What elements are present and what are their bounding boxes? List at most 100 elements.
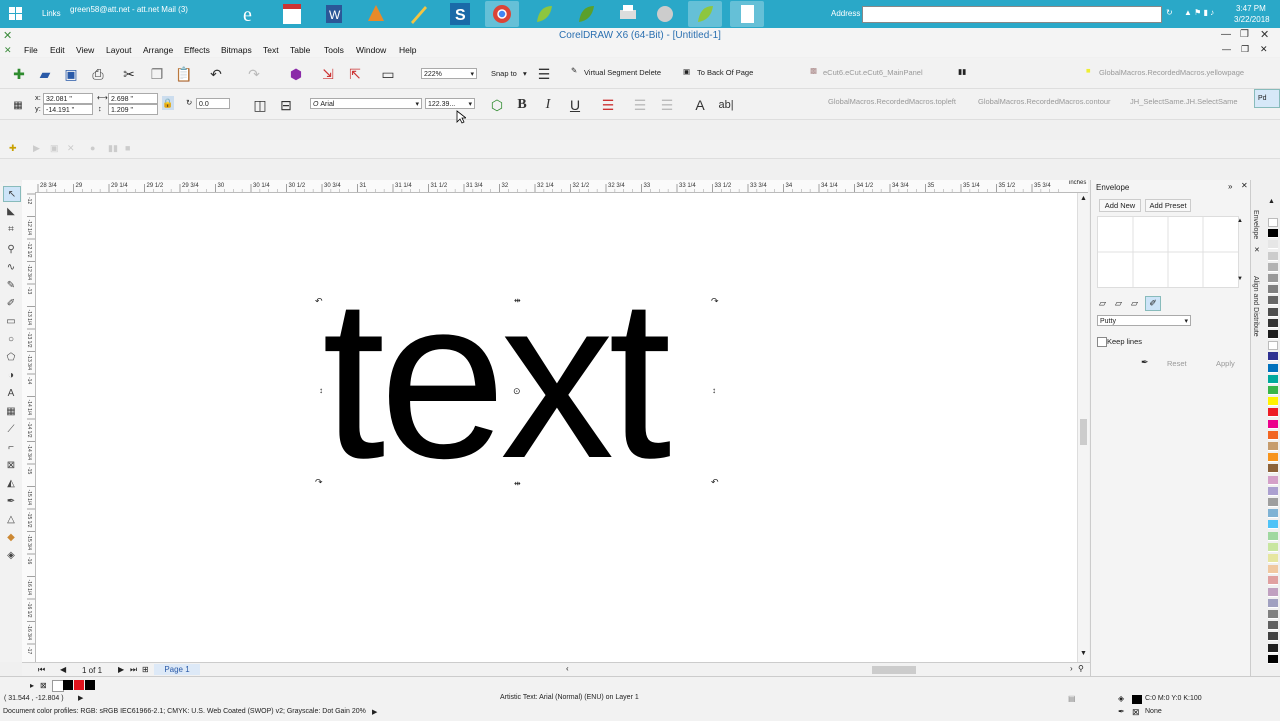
page-tab-1[interactable]: Page 1 bbox=[154, 664, 200, 675]
grid-scroll-down-icon[interactable]: ▼ bbox=[1237, 276, 1243, 282]
palette-swatch[interactable] bbox=[1268, 531, 1278, 541]
indent-icon[interactable]: ☰ bbox=[658, 95, 676, 115]
scroll-down-icon[interactable]: ▼ bbox=[1080, 650, 1087, 657]
vertical-scrollbar[interactable]: ▲ ▼ bbox=[1077, 193, 1089, 662]
print-icon[interactable]: ⎙ bbox=[89, 65, 107, 83]
zoom-navigator-icon[interactable]: ⚲ bbox=[1078, 664, 1084, 673]
skew-handle-right[interactable]: ↕ bbox=[712, 386, 716, 395]
palette-swatch[interactable] bbox=[1268, 486, 1278, 496]
leaf-app-icon[interactable] bbox=[569, 1, 603, 27]
restore-icon[interactable]: ❐ bbox=[1240, 29, 1249, 40]
scroll-left-icon[interactable]: ‹ bbox=[566, 664, 569, 673]
text-alignment-icon[interactable]: ☰ bbox=[598, 95, 618, 115]
skew-handle-top[interactable]: ⇹ bbox=[514, 296, 521, 305]
palette-swatch[interactable] bbox=[1268, 542, 1278, 552]
palette-swatch[interactable] bbox=[1268, 598, 1278, 608]
palette-swatch[interactable] bbox=[1268, 229, 1278, 239]
palette-scroll-up-icon[interactable]: ▲ bbox=[1268, 198, 1275, 205]
options-icon[interactable]: ☰ bbox=[535, 65, 553, 83]
application-launcher-icon[interactable]: ▭ bbox=[378, 65, 398, 83]
rotate-handle-top-left[interactable]: ↶ bbox=[315, 296, 323, 307]
play-icon[interactable]: ▶ bbox=[78, 694, 83, 702]
double-arc-mode-icon[interactable]: ▱ bbox=[1131, 298, 1138, 309]
straight-line-mode-icon[interactable]: ▱ bbox=[1099, 298, 1106, 309]
refresh-icon[interactable]: ↻ bbox=[1166, 8, 1173, 17]
horizontal-ruler[interactable]: 28 3/4 29 29 1/4 29 1/2 29 3/4 30 30 1/4 30 1/2… bbox=[22, 180, 1088, 193]
palette-swatch[interactable] bbox=[1268, 565, 1278, 575]
x-position-field[interactable]: 32.081 " bbox=[43, 93, 93, 104]
stop-square-icon[interactable]: ■ bbox=[125, 143, 130, 153]
pause-icon[interactable]: ▮▮ bbox=[108, 143, 118, 154]
snap-to-dropdown[interactable]: Snap to bbox=[491, 69, 517, 78]
mail-tab[interactable]: green58@att.net - att.net Mail (3) bbox=[70, 5, 188, 14]
palette-swatch[interactable] bbox=[1268, 654, 1278, 664]
scroll-right-icon[interactable]: › bbox=[1070, 664, 1073, 673]
rotate-handle-bottom-left[interactable]: ↷ bbox=[315, 477, 323, 488]
leaf-app-icon-2[interactable] bbox=[688, 1, 722, 27]
apply-button[interactable]: Apply bbox=[1216, 359, 1235, 368]
lock-ratio-icon[interactable]: 🔒 bbox=[162, 96, 174, 110]
horizontal-scroll-thumb[interactable] bbox=[872, 666, 916, 674]
palette-swatch[interactable] bbox=[1268, 240, 1278, 250]
macro-manager-icon[interactable]: ✕ bbox=[67, 143, 75, 154]
s-app-icon[interactable]: S bbox=[443, 1, 477, 27]
reset-button[interactable]: Reset bbox=[1167, 359, 1187, 368]
eyedropper-tool-icon[interactable]: ✒ bbox=[3, 494, 19, 508]
polygon-tool-icon[interactable]: ⬠ bbox=[3, 350, 19, 364]
pick-tool-icon[interactable]: ↖ bbox=[3, 186, 21, 202]
add-preset-button[interactable]: Add Preset bbox=[1145, 199, 1191, 212]
binoculars-icon[interactable]: ▮▮ bbox=[958, 67, 966, 76]
outline-tool-icon[interactable]: △ bbox=[3, 512, 19, 526]
text-tool-icon[interactable]: A bbox=[3, 386, 19, 400]
no-color-icon[interactable]: ⊠ bbox=[40, 681, 47, 690]
copy-icon[interactable]: ❐ bbox=[148, 65, 166, 83]
smart-fill-icon[interactable]: ✐ bbox=[3, 296, 19, 310]
palette-swatch[interactable] bbox=[1268, 341, 1278, 351]
palette-swatch[interactable] bbox=[1268, 285, 1278, 295]
macro-yellowpage-button[interactable]: GlobalMacros.RecordedMacros.yellowpage bbox=[1099, 68, 1244, 77]
edit-text-icon[interactable]: ab| bbox=[716, 95, 736, 115]
record-icon[interactable]: ▣ bbox=[50, 143, 59, 154]
tab-envelope[interactable]: Envelope bbox=[1252, 210, 1259, 239]
zoom-tool-icon[interactable]: ⚲ bbox=[3, 242, 19, 256]
italic-icon[interactable]: I bbox=[539, 95, 557, 115]
connector-tool-icon[interactable]: ⌐ bbox=[3, 440, 19, 454]
address-input[interactable] bbox=[862, 6, 1162, 23]
shape-tool-icon[interactable]: ◣ bbox=[3, 204, 19, 218]
doc-icon[interactable]: ✕ bbox=[4, 45, 12, 56]
palette-swatch[interactable] bbox=[1268, 632, 1278, 642]
menu-help[interactable]: Help bbox=[399, 45, 416, 55]
palette-swatch[interactable] bbox=[1268, 643, 1278, 653]
add-new-button[interactable]: Add New bbox=[1099, 199, 1141, 212]
document-swatch-red[interactable] bbox=[74, 680, 84, 690]
redo-icon[interactable]: ↷ bbox=[245, 65, 263, 83]
rotate-handle-bottom-right[interactable]: ↶ bbox=[711, 477, 719, 488]
chrome-icon[interactable] bbox=[485, 1, 519, 27]
palette-swatch[interactable] bbox=[1268, 274, 1278, 283]
palette-swatch[interactable] bbox=[1268, 352, 1278, 362]
palette-swatch[interactable] bbox=[1268, 621, 1278, 631]
text-properties-icon[interactable]: A bbox=[690, 95, 710, 115]
play-icon[interactable]: ▶ bbox=[33, 143, 40, 154]
font-size-field[interactable]: 122.39... ▾ bbox=[425, 98, 475, 109]
palette-swatch[interactable] bbox=[1268, 498, 1278, 507]
calendar-icon[interactable] bbox=[275, 1, 309, 27]
fill-status-icon[interactable]: ◈ bbox=[1118, 694, 1124, 703]
leaf-icon[interactable] bbox=[527, 1, 561, 27]
palette-swatch[interactable] bbox=[1268, 251, 1278, 261]
palette-swatch[interactable] bbox=[1268, 318, 1278, 328]
import-icon[interactable]: ⇲ bbox=[318, 65, 338, 83]
cut-icon[interactable]: ✂ bbox=[120, 65, 138, 83]
prev-page-icon[interactable]: ◀ bbox=[60, 665, 66, 674]
height-field[interactable]: 1.209 " bbox=[108, 104, 158, 115]
object-origin-icon[interactable]: ▦ bbox=[6, 95, 30, 115]
palette-swatch[interactable] bbox=[1268, 442, 1278, 451]
rotate-handle-top-right[interactable]: ↷ bbox=[711, 296, 719, 307]
unconstrained-mode-icon[interactable]: ✐ bbox=[1145, 296, 1161, 311]
palette-swatch[interactable] bbox=[1268, 330, 1278, 339]
mapping-mode-select[interactable]: Putty ▾ bbox=[1097, 315, 1191, 326]
document-icon[interactable] bbox=[730, 1, 764, 27]
envelope-preset-grid[interactable] bbox=[1097, 216, 1239, 288]
palette-swatch[interactable] bbox=[1268, 453, 1278, 463]
add-page-icon[interactable]: ⊞ bbox=[142, 665, 149, 674]
